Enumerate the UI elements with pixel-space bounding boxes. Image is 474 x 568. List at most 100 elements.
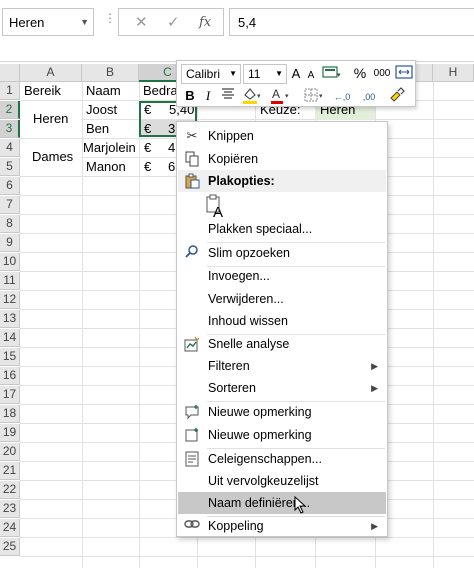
format-painter-icon[interactable] xyxy=(387,86,407,109)
menu-item-label: Snelle analyse xyxy=(208,337,290,351)
cell-a-heren[interactable]: Heren xyxy=(33,110,68,128)
menu-item-label: Plakopties: xyxy=(208,174,275,188)
row-header-1[interactable]: 1 xyxy=(0,82,20,100)
row-header-22[interactable]: 22 xyxy=(0,481,20,499)
menu-item-paste-special[interactable]: Plakken speciaal... xyxy=(178,218,386,240)
menu-item-format-cells[interactable]: Celeigenschappen... xyxy=(178,448,386,470)
menu-header-paste-options: Plakopties: xyxy=(178,170,386,192)
row-header-15[interactable]: 15 xyxy=(0,348,20,366)
cell-b1[interactable]: Naam xyxy=(86,82,121,100)
grow-font-icon[interactable]: A xyxy=(289,65,303,83)
cell-c3-currency: € xyxy=(144,121,152,136)
formula-input[interactable]: 5,4 xyxy=(229,8,474,36)
cell-b2[interactable]: Joost xyxy=(86,101,117,119)
row-header-10[interactable]: 10 xyxy=(0,253,20,271)
paste-icon xyxy=(184,173,200,189)
cell-c3-value[interactable]: 3 xyxy=(168,120,175,138)
number-format-icon[interactable]: ▾ xyxy=(321,64,343,85)
menu-item-link[interactable]: Koppeling ▶ xyxy=(178,515,386,537)
align-center-icon[interactable] xyxy=(219,87,237,106)
drag-handle-icon[interactable]: ⋮ xyxy=(104,11,116,25)
bold-icon[interactable]: B xyxy=(183,87,197,105)
chevron-down-icon[interactable]: ▼ xyxy=(80,17,89,27)
borders-icon[interactable]: ▾ xyxy=(303,86,325,109)
row-header-24[interactable]: 24 xyxy=(0,519,20,537)
menu-item-label: Slim opzoeken xyxy=(208,246,290,260)
svg-text:▾: ▾ xyxy=(285,92,289,100)
menu-item-pick-from-list[interactable]: Uit vervolgkeuzelijst selecteren... xyxy=(178,470,386,510)
menu-item-define-name[interactable]: Naam definiëren... xyxy=(178,492,386,514)
menu-item-sort[interactable]: Sorteren ▶ xyxy=(178,377,386,399)
row-header-16[interactable]: 16 xyxy=(0,367,20,385)
fill-color-icon[interactable]: ▾ xyxy=(241,86,263,109)
row-header-4[interactable]: 4 xyxy=(0,139,20,157)
row-header-25[interactable]: 25 xyxy=(0,538,20,556)
menu-item-new-note[interactable]: Nieuwe opmerking xyxy=(178,424,386,446)
enter-icon[interactable]: ✓ xyxy=(167,13,180,31)
cell-a-dames[interactable]: Dames xyxy=(32,148,73,166)
chevron-down-icon[interactable]: ▼ xyxy=(229,64,237,84)
row-header-20[interactable]: 20 xyxy=(0,443,20,461)
row-header-19[interactable]: 19 xyxy=(0,424,20,442)
cell-c4-value[interactable]: 4 xyxy=(168,139,175,157)
menu-item-filter[interactable]: Filteren ▶ xyxy=(178,355,386,377)
menu-item-label: Plakken speciaal... xyxy=(208,222,313,236)
percent-icon[interactable]: % xyxy=(351,64,369,82)
decrease-decimal-icon[interactable]: ,00 xyxy=(357,88,381,106)
row-header-12[interactable]: 12 xyxy=(0,291,20,309)
column-header-b[interactable]: B xyxy=(82,64,139,82)
menu-item-cut[interactable]: ✂ Knippen xyxy=(178,125,386,147)
menu-item-quick-analysis[interactable]: Snelle analyse xyxy=(178,333,386,355)
row-header-7[interactable]: 7 xyxy=(0,196,20,214)
menu-item-label: Celeigenschappen... xyxy=(208,452,322,466)
row-header-6[interactable]: 6 xyxy=(0,177,20,195)
row-header-14[interactable]: 14 xyxy=(0,329,20,347)
cell-c4-currency: € xyxy=(144,140,152,155)
row-header-11[interactable]: 11 xyxy=(0,272,20,290)
menu-item-copy[interactable]: Kopiëren xyxy=(178,148,386,170)
insert-function-icon[interactable]: fx xyxy=(199,15,211,30)
font-size-select[interactable]: 11 ▼ xyxy=(243,64,287,84)
shrink-font-icon[interactable]: A xyxy=(305,67,317,85)
row-header-9[interactable]: 9 xyxy=(0,234,20,252)
mini-toolbar: Calibri ▼ 11 ▼ A A ▾ % 000 B I ▾ A ▾ ▾ ←,… xyxy=(176,60,416,107)
row-header-21[interactable]: 21 xyxy=(0,462,20,480)
formula-buttons: ✕ ✓ fx xyxy=(118,8,224,36)
name-box[interactable]: Heren ▼ xyxy=(2,8,94,36)
font-name-select[interactable]: Calibri ▼ xyxy=(181,64,241,84)
cell-c5-value[interactable]: 6 xyxy=(168,158,175,176)
menu-item-clear-contents[interactable]: Inhoud wissen xyxy=(178,310,386,332)
row-header-13[interactable]: 13 xyxy=(0,310,20,328)
column-header-h[interactable]: H xyxy=(433,64,474,82)
cell-b3[interactable]: Ben xyxy=(86,120,109,138)
cell-b5[interactable]: Manon xyxy=(86,158,126,176)
row-header-8[interactable]: 8 xyxy=(0,215,20,233)
menu-item-label: Inhoud wissen xyxy=(208,314,288,328)
merge-center-icon[interactable] xyxy=(395,64,413,85)
context-menu: ✂ Knippen Kopiëren Plakopties: A Plakken… xyxy=(176,121,388,537)
cancel-icon[interactable]: ✕ xyxy=(135,13,148,31)
menu-item-delete[interactable]: Verwijderen... xyxy=(178,288,386,310)
svg-text:▾: ▾ xyxy=(257,92,261,100)
menu-item-smart-lookup[interactable]: Slim opzoeken xyxy=(178,242,386,264)
cell-b4[interactable]: Marjolein xyxy=(83,139,136,157)
menu-item-label: Invoegen... xyxy=(208,269,270,283)
increase-decimal-icon[interactable]: ←,0 xyxy=(331,88,353,106)
chevron-down-icon[interactable]: ▼ xyxy=(275,64,283,84)
row-header-18[interactable]: 18 xyxy=(0,405,20,423)
italic-icon[interactable]: I xyxy=(201,87,215,105)
row-header-2[interactable]: 2 xyxy=(0,101,20,119)
row-header-23[interactable]: 23 xyxy=(0,500,20,518)
menu-item-new-comment[interactable]: Nieuwe opmerking xyxy=(178,401,386,423)
row-header-3[interactable]: 3 xyxy=(0,120,20,138)
column-header-a[interactable]: A xyxy=(20,64,82,82)
thousands-separator-icon[interactable]: 000 xyxy=(371,65,393,83)
menu-item-insert[interactable]: Invoegen... xyxy=(178,265,386,287)
row-header-5[interactable]: 5 xyxy=(0,158,20,176)
cell-a1[interactable]: Bereik xyxy=(24,82,61,100)
font-color-icon[interactable]: A ▾ xyxy=(269,86,291,109)
formula-bar: Heren ▼ ⋮ ✕ ✓ fx 5,4 xyxy=(0,0,474,62)
select-all-corner[interactable] xyxy=(0,64,20,82)
row-header-17[interactable]: 17 xyxy=(0,386,20,404)
quick-analysis-icon xyxy=(184,336,200,352)
